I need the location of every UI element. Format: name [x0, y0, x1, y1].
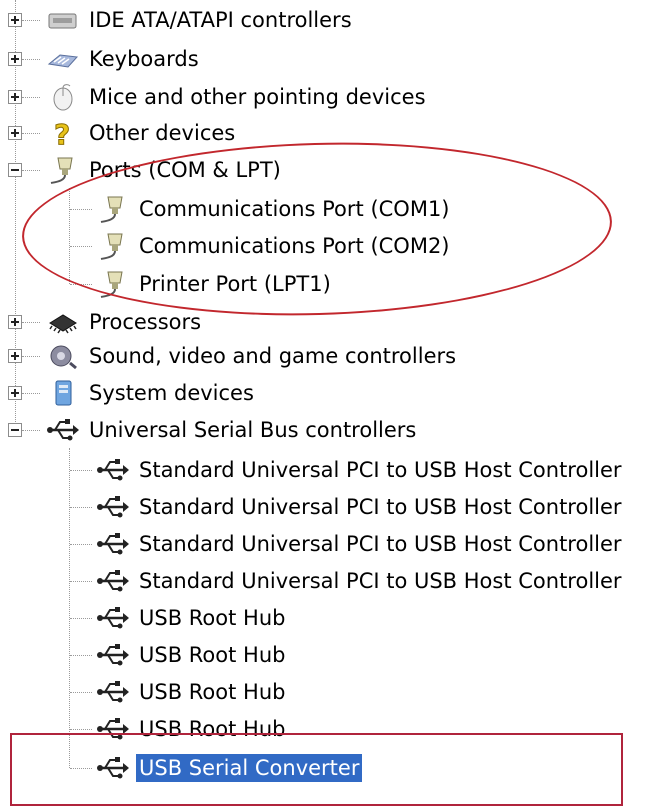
tree-item-processors[interactable]: Processors — [46, 304, 204, 340]
usb-icon — [96, 753, 130, 783]
tree-item-label: Keyboards — [89, 47, 199, 71]
tree-item-usb-root-hub[interactable]: USB Root Hub — [96, 637, 288, 673]
collapse-usb-button[interactable] — [8, 423, 22, 437]
tree-item-usb-root-hub[interactable]: USB Root Hub — [96, 600, 288, 636]
usb-icon — [96, 714, 130, 744]
tree-item-com1[interactable]: Communications Port (COM1) — [96, 191, 453, 227]
usb-icon — [96, 603, 130, 633]
tree-connector — [22, 97, 40, 98]
expand-sound-button[interactable] — [8, 349, 22, 363]
tree-item-usb-serial-converter[interactable]: USB Serial Converter — [96, 750, 363, 786]
tree-item-ide-controllers[interactable]: IDE ATA/ATAPI controllers — [46, 2, 355, 38]
tree-item-label: Communications Port (COM1) — [139, 197, 450, 221]
tree-connector — [22, 20, 40, 21]
tree-connector — [70, 618, 92, 619]
tree-item-label: Universal Serial Bus controllers — [89, 418, 417, 442]
keyboard-icon — [46, 44, 80, 74]
tree-connector — [22, 393, 40, 394]
collapse-ports-button[interactable] — [8, 163, 22, 177]
port-connector-icon — [96, 269, 130, 299]
tree-item-usb-host-controller[interactable]: Standard Universal PCI to USB Host Contr… — [96, 452, 625, 488]
tree-connector — [22, 59, 40, 60]
tree-connector — [70, 768, 92, 769]
tree-item-label: Processors — [89, 310, 202, 334]
tree-item-label: Standard Universal PCI to USB Host Contr… — [139, 569, 622, 593]
tree-item-label: Communications Port (COM2) — [139, 234, 450, 258]
tree-connector — [22, 322, 40, 323]
tree-connector — [70, 692, 92, 693]
tree-item-keyboards[interactable]: Keyboards — [46, 41, 202, 77]
expand-ide-button[interactable] — [8, 13, 22, 27]
tree-item-label: Printer Port (LPT1) — [139, 272, 331, 296]
tree-item-usb-root-hub[interactable]: USB Root Hub — [96, 674, 288, 710]
expand-keyboards-button[interactable] — [8, 52, 22, 66]
sound-icon — [46, 341, 80, 371]
tree-item-sound[interactable]: Sound, video and game controllers — [46, 338, 459, 374]
tree-connector — [70, 729, 92, 730]
tree-item-com2[interactable]: Communications Port (COM2) — [96, 228, 453, 264]
tree-item-lpt1[interactable]: Printer Port (LPT1) — [96, 266, 334, 302]
question-mark-icon: ? — [46, 118, 80, 148]
tree-item-label: USB Root Hub — [139, 717, 286, 741]
svg-text:?: ? — [54, 118, 70, 148]
tree-item-label: Sound, video and game controllers — [89, 344, 457, 368]
tree-item-label: Other devices — [89, 121, 236, 145]
tree-item-label: USB Root Hub — [139, 680, 286, 704]
tree-item-label: Ports (COM & LPT) — [89, 158, 281, 182]
usb-icon — [96, 566, 130, 596]
port-connector-icon — [96, 194, 130, 224]
tree-connector — [70, 470, 92, 471]
tree-item-usb-controllers[interactable]: Universal Serial Bus controllers — [46, 412, 419, 448]
port-connector-icon — [96, 231, 130, 261]
expand-mice-button[interactable] — [8, 90, 22, 104]
processor-icon — [46, 307, 80, 337]
tree-connector — [22, 170, 40, 171]
system-devices-icon — [46, 378, 80, 408]
expand-processors-button[interactable] — [8, 315, 22, 329]
usb-icon — [96, 677, 130, 707]
tree-item-mice[interactable]: Mice and other pointing devices — [46, 79, 429, 115]
tree-item-label: USB Root Hub — [139, 606, 286, 630]
tree-connector — [70, 655, 92, 656]
ide-controller-icon — [46, 5, 80, 35]
tree-item-usb-root-hub[interactable]: USB Root Hub — [96, 711, 288, 747]
tree-item-usb-host-controller[interactable]: Standard Universal PCI to USB Host Contr… — [96, 489, 625, 525]
tree-item-label: Mice and other pointing devices — [89, 85, 426, 109]
tree-item-usb-host-controller[interactable]: Standard Universal PCI to USB Host Contr… — [96, 526, 625, 562]
tree-connector — [22, 430, 40, 431]
tree-item-label: System devices — [89, 381, 254, 405]
tree-item-label-selected: USB Serial Converter — [136, 754, 363, 782]
tree-connector — [22, 133, 40, 134]
tree-item-label: Standard Universal PCI to USB Host Contr… — [139, 532, 622, 556]
expand-system-devices-button[interactable] — [8, 386, 22, 400]
usb-icon — [96, 529, 130, 559]
tree-connector — [70, 544, 92, 545]
tree-item-other-devices[interactable]: ? Other devices — [46, 115, 238, 151]
tree-item-system-devices[interactable]: System devices — [46, 375, 257, 411]
tree-item-usb-host-controller[interactable]: Standard Universal PCI to USB Host Contr… — [96, 563, 625, 599]
usb-icon — [96, 492, 130, 522]
expand-other-devices-button[interactable] — [8, 126, 22, 140]
port-connector-icon — [46, 155, 80, 185]
tree-connector — [70, 507, 92, 508]
tree-connector — [70, 284, 92, 285]
tree-item-label: USB Root Hub — [139, 643, 286, 667]
device-manager-tree: IDE ATA/ATAPI controllers Keyboards Mice… — [0, 0, 651, 810]
tree-item-label: Standard Universal PCI to USB Host Contr… — [139, 495, 622, 519]
tree-item-label: Standard Universal PCI to USB Host Contr… — [139, 458, 622, 482]
tree-line-ports — [69, 188, 70, 284]
tree-item-ports[interactable]: Ports (COM & LPT) — [46, 152, 284, 188]
tree-connector — [70, 209, 92, 210]
tree-connector — [70, 581, 92, 582]
mouse-icon — [46, 82, 80, 112]
tree-item-label: IDE ATA/ATAPI controllers — [89, 8, 352, 32]
usb-icon — [96, 455, 130, 485]
tree-connector — [70, 246, 92, 247]
usb-icon — [46, 415, 80, 445]
tree-line-usb — [69, 448, 70, 768]
tree-connector — [22, 356, 40, 357]
usb-icon — [96, 640, 130, 670]
